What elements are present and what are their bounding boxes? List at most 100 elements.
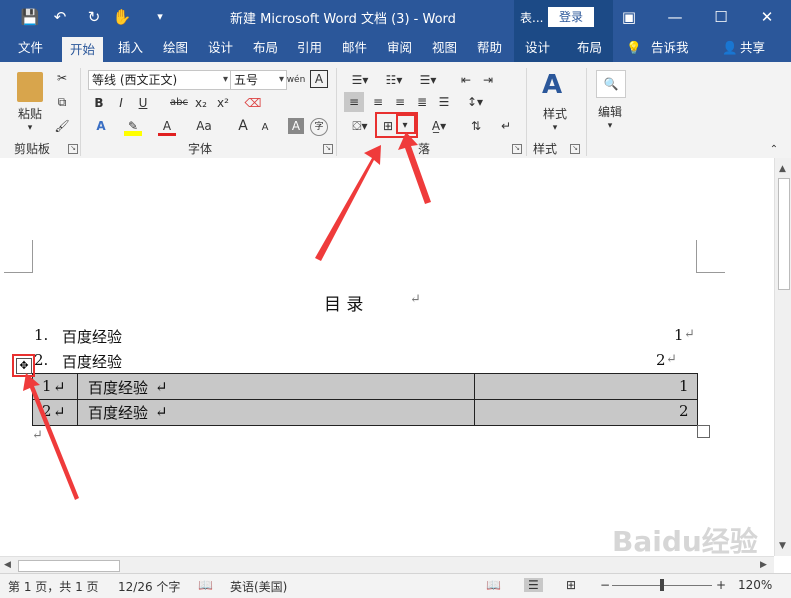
highlight-color-icon[interactable]: ✎ [124, 116, 142, 136]
read-mode-icon[interactable]: 📖 [486, 578, 501, 592]
page-count[interactable]: 第 1 页，共 1 页 [8, 578, 99, 595]
language-status[interactable]: 英语(美国) [230, 578, 287, 595]
align-center-icon[interactable]: ≡ [368, 92, 388, 112]
underline-button[interactable]: U [136, 93, 150, 113]
font-size-combo[interactable]: 五号 ▾ [230, 70, 287, 90]
char-shading-icon[interactable]: A [288, 118, 304, 134]
table-cell-text[interactable]: 百度经验 [88, 402, 148, 423]
font-color-icon[interactable]: A [158, 116, 176, 136]
customize-toolbar-icon[interactable]: ▾ [150, 7, 170, 27]
table-resize-handle[interactable] [697, 425, 710, 438]
tab-review[interactable]: 审阅 [387, 34, 412, 62]
tab-view[interactable]: 视图 [432, 34, 457, 62]
justify-icon[interactable]: ≣ [412, 92, 432, 112]
scroll-right-icon[interactable]: ▶ [760, 560, 767, 570]
zoom-slider-thumb[interactable] [660, 579, 664, 591]
touch-mode-icon[interactable]: ✋ [112, 7, 132, 27]
tab-home[interactable]: 开始 [62, 37, 104, 62]
clear-format-icon[interactable]: ⌫ [244, 93, 262, 113]
paste-dropdown-icon[interactable]: ▾ [23, 118, 37, 138]
paste-icon[interactable] [17, 72, 43, 102]
zoom-level[interactable]: 120% [738, 578, 772, 592]
table-cell-page[interactable]: 2 [679, 402, 689, 420]
line-spacing-icon[interactable]: ↕▾ [460, 92, 490, 112]
horizontal-scrollbar[interactable]: ◀ ▶ [0, 556, 774, 574]
show-marks-icon[interactable]: ↵ [498, 116, 514, 136]
signin-button[interactable]: 登录 [548, 7, 594, 27]
font-launcher-icon[interactable]: ↘ [323, 144, 333, 154]
horizontal-scroll-thumb[interactable] [18, 560, 120, 572]
scroll-down-icon[interactable]: ▼ [779, 541, 786, 551]
tab-draw[interactable]: 绘图 [163, 34, 188, 62]
enclose-char-icon[interactable]: 字 [310, 118, 328, 136]
share-button[interactable]: 共享 [740, 34, 765, 62]
tab-help[interactable]: 帮助 [477, 34, 502, 62]
italic-button[interactable]: I [114, 93, 128, 113]
minimize-button[interactable]: — [652, 0, 698, 34]
redo-icon[interactable]: ↻ [84, 7, 104, 27]
table-cell-number[interactable]: 2 [42, 402, 52, 420]
tab-layout[interactable]: 布局 [253, 34, 278, 62]
cut-icon[interactable]: ✂ [53, 68, 71, 88]
tab-table-design[interactable]: 设计 [525, 34, 550, 62]
search-icon[interactable]: 🔍 [596, 70, 626, 98]
print-layout-icon[interactable]: ☰ [524, 578, 543, 592]
char-border-icon[interactable]: A [310, 70, 328, 88]
maximize-button[interactable]: ☐ [698, 0, 744, 34]
proofing-icon[interactable]: 📖 [198, 578, 213, 592]
sort-icon[interactable]: ⇅ [466, 116, 486, 136]
vertical-scrollbar[interactable]: ▲ ▼ [774, 158, 791, 556]
format-painter-icon[interactable]: 🖌 [53, 116, 71, 136]
table-cell-number[interactable]: 1 [42, 377, 52, 395]
close-button[interactable]: ✕ [744, 0, 790, 34]
table-cell-text[interactable]: 百度经验 [88, 377, 148, 398]
tab-table-layout[interactable]: 布局 [577, 34, 602, 62]
styles-dropdown-icon[interactable]: ▾ [548, 118, 562, 138]
change-case-button[interactable]: Aa [192, 116, 216, 136]
copy-icon[interactable]: ⧉ [53, 92, 71, 112]
styles-launcher-icon[interactable]: ↘ [570, 144, 580, 154]
shading-icon[interactable]: ⛋▾ [346, 116, 374, 136]
table-cell-page[interactable]: 1 [679, 377, 689, 395]
selected-table[interactable]: 1 ↵ 百度经验 ↵ 1 2 ↵ 百度经验 ↵ 2 [32, 373, 698, 426]
scroll-up-icon[interactable]: ▲ [779, 164, 786, 174]
save-icon[interactable]: 💾 [20, 7, 40, 27]
multilevel-list-icon[interactable]: ☰▾ [414, 70, 442, 90]
decrease-indent-icon[interactable]: ⇤ [456, 70, 476, 90]
strikethrough-button[interactable]: abc [168, 93, 190, 113]
shrink-font-button[interactable]: A [258, 118, 272, 138]
scroll-left-icon[interactable]: ◀ [4, 560, 11, 570]
chinese-layout-icon[interactable]: A̲▾ [424, 116, 454, 136]
distributed-icon[interactable]: ☰ [434, 92, 454, 112]
ribbon-display-icon[interactable]: ▣ [606, 0, 652, 34]
tab-mailings[interactable]: 邮件 [342, 34, 367, 62]
bold-button[interactable]: B [92, 93, 106, 113]
bullets-icon[interactable]: ☰▾ [346, 70, 374, 90]
phonetic-guide-icon[interactable]: wén [286, 70, 306, 90]
undo-icon[interactable]: ↶ [50, 7, 70, 27]
numbering-icon[interactable]: ☷▾ [380, 70, 408, 90]
tab-insert[interactable]: 插入 [118, 34, 143, 62]
align-left-icon[interactable]: ≡ [344, 92, 364, 112]
toc-entry-text[interactable]: 百度经验 [62, 351, 122, 372]
clipboard-launcher-icon[interactable]: ↘ [68, 144, 78, 154]
align-right-icon[interactable]: ≡ [390, 92, 410, 112]
word-count[interactable]: 12/26 个字 [118, 578, 180, 595]
styles-icon[interactable]: A [542, 72, 566, 98]
zoom-in-icon[interactable]: + [716, 578, 726, 592]
tab-design[interactable]: 设计 [208, 34, 233, 62]
paragraph-launcher-icon[interactable]: ↘ [512, 144, 522, 154]
tab-references[interactable]: 引用 [297, 34, 322, 62]
tab-file[interactable]: 文件 [18, 34, 43, 62]
tell-me-box[interactable]: 告诉我 [651, 34, 689, 62]
zoom-out-icon[interactable]: − [600, 578, 610, 592]
editing-dropdown-icon[interactable]: ▾ [603, 116, 617, 136]
subscript-button[interactable]: x₂ [192, 93, 210, 113]
collapse-ribbon-icon[interactable]: ⌃ [766, 140, 782, 160]
font-name-combo[interactable]: 等线 (西文正文) ▾ [88, 70, 231, 90]
vertical-scroll-thumb[interactable] [778, 178, 790, 290]
text-effects-icon[interactable]: A [92, 116, 110, 136]
superscript-button[interactable]: x² [214, 93, 232, 113]
toc-entry-text[interactable]: 百度经验 [62, 326, 122, 347]
web-layout-icon[interactable]: ⊞ [566, 578, 576, 592]
